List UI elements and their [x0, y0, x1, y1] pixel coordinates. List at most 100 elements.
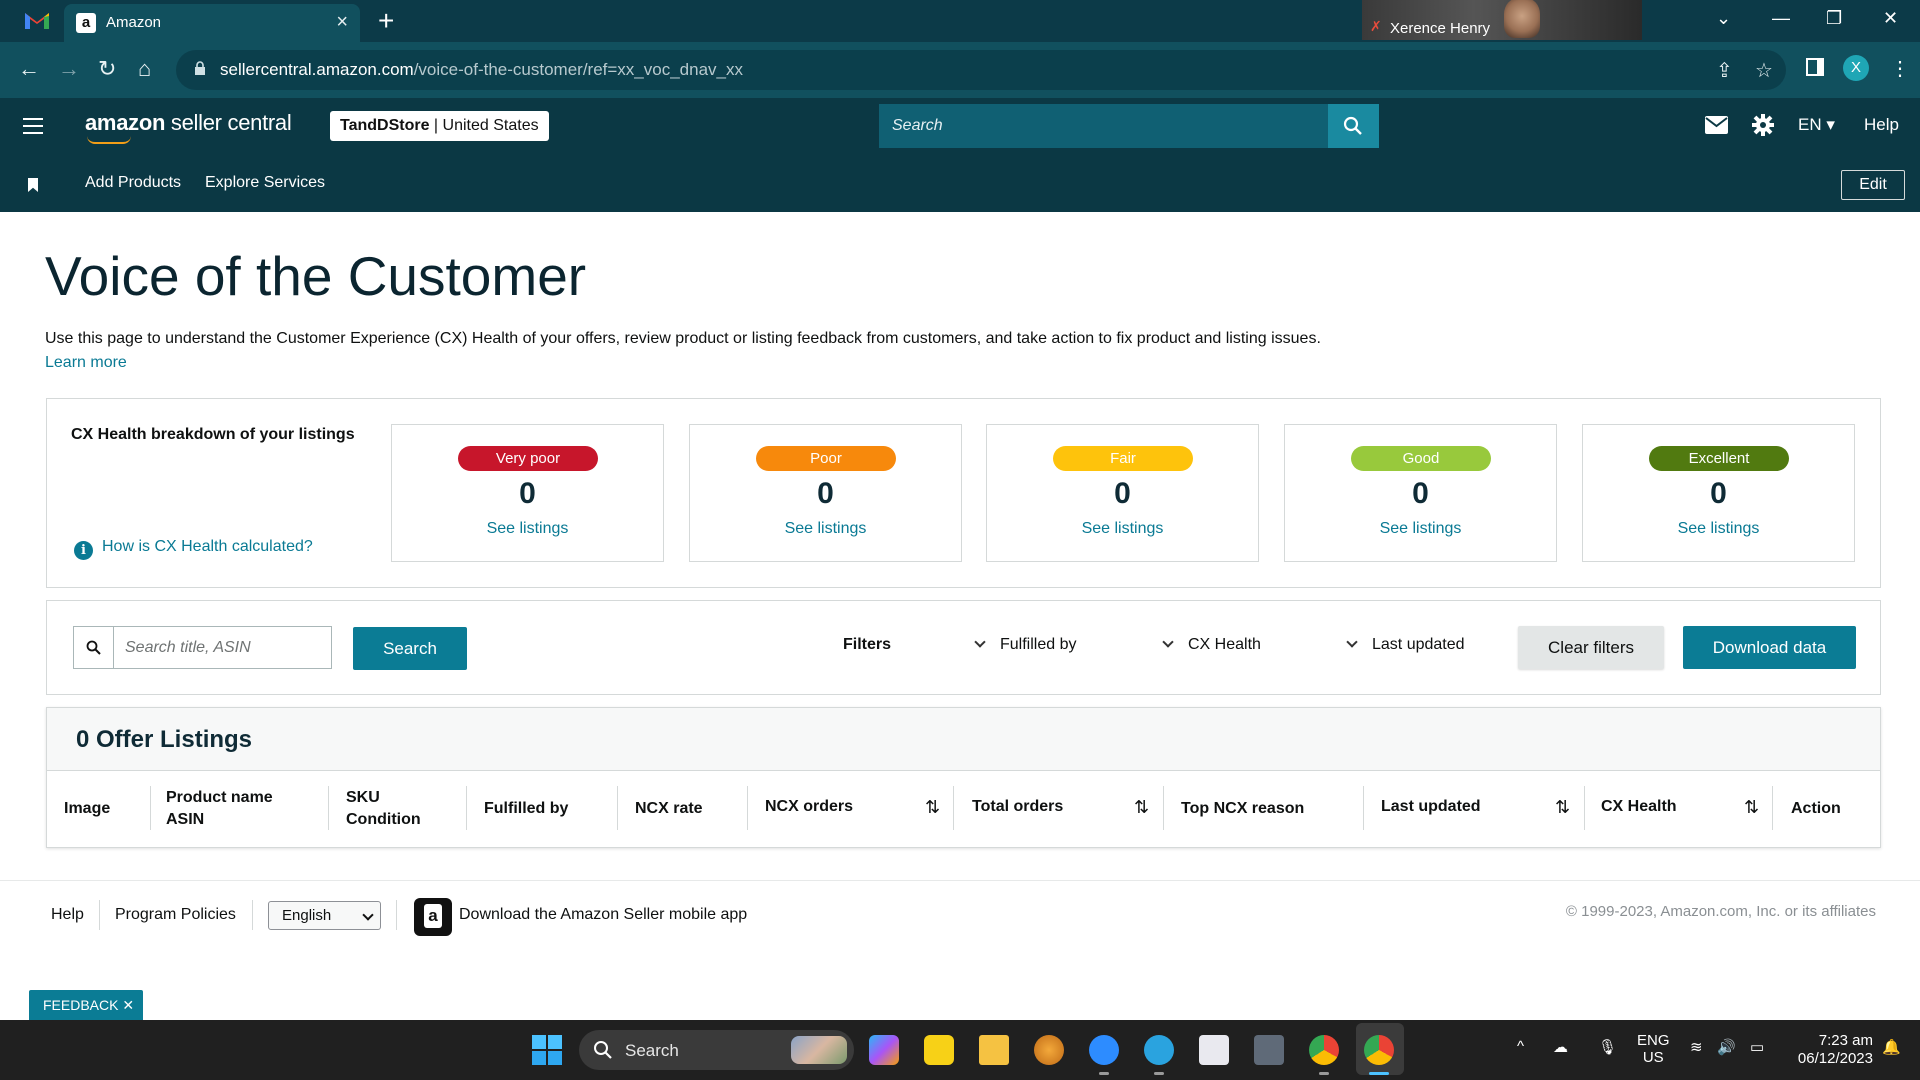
mail-icon[interactable]	[1705, 116, 1728, 134]
tile-poor: Poor 0 See listings	[689, 424, 962, 562]
fair-see-listings[interactable]: See listings	[987, 520, 1258, 538]
chrome-active-indicator	[1369, 1072, 1389, 1075]
chrome-app-icon[interactable]	[1309, 1035, 1339, 1065]
copyright-text: © 1999-2023, Amazon.com, Inc. or its aff…	[1565, 903, 1876, 920]
column-divider	[747, 786, 748, 830]
seller-central-logo[interactable]: amazon seller central	[85, 110, 292, 144]
excellent-count: 0	[1710, 477, 1727, 510]
microphone-icon[interactable]: 🎙	[1598, 1038, 1617, 1056]
filter-cx-health[interactable]: CX Health	[1162, 636, 1261, 654]
footer-language-select[interactable]: English	[268, 901, 381, 930]
good-see-listings[interactable]: See listings	[1285, 520, 1556, 538]
filter-last-updated[interactable]: Last updated	[1346, 636, 1465, 654]
header-help-link[interactable]: Help	[1864, 115, 1899, 135]
page-title: Voice of the Customer	[45, 245, 587, 307]
bookmark-icon[interactable]	[28, 178, 38, 192]
poor-count: 0	[817, 477, 834, 510]
sort-total-orders-icon[interactable]: ⇅	[1134, 797, 1149, 818]
footer-help-link[interactable]: Help	[51, 906, 84, 924]
sticky-notes-app-icon[interactable]	[924, 1035, 954, 1065]
header-search-input[interactable]: Search	[879, 104, 1339, 148]
download-data-button[interactable]: Download data	[1683, 626, 1856, 669]
snipping-tool-app-icon[interactable]	[1199, 1035, 1229, 1065]
column-divider	[1163, 786, 1164, 830]
col-action: Action	[1791, 800, 1841, 817]
profile-avatar[interactable]: X	[1843, 55, 1869, 81]
col-top-ncx-reason: Top NCX reason	[1181, 800, 1305, 817]
window-close-icon[interactable]: ✕	[1883, 8, 1898, 29]
sort-ncx-orders-icon[interactable]: ⇅	[925, 797, 940, 818]
taskbar-search[interactable]: Search	[579, 1030, 854, 1070]
telegram-app-icon[interactable]	[1144, 1035, 1174, 1065]
battery-icon[interactable]: ▭	[1750, 1038, 1764, 1056]
forward-icon[interactable]: →	[58, 56, 80, 82]
clock[interactable]: 7:23 am 06/12/2023	[1787, 1032, 1873, 1068]
listing-search-button[interactable]: Search	[353, 627, 467, 670]
volume-icon[interactable]: 🔊	[1717, 1038, 1736, 1056]
sort-cx-health-icon[interactable]: ⇅	[1744, 797, 1759, 818]
chrome-running-indicator	[1319, 1072, 1329, 1075]
calculator-app-icon[interactable]	[1254, 1035, 1284, 1065]
windows-start-icon[interactable]	[532, 1035, 562, 1065]
tab-close-icon[interactable]: ×	[336, 11, 348, 34]
language-selector[interactable]: EN ▾	[1798, 115, 1835, 135]
listing-search-input[interactable]: Search title, ASIN	[113, 626, 332, 669]
back-icon[interactable]: ←	[18, 56, 40, 82]
subnav-explore-services[interactable]: Explore Services	[205, 174, 325, 192]
poor-see-listings[interactable]: See listings	[690, 520, 961, 538]
share-icon[interactable]: ⇪	[1716, 58, 1733, 83]
reload-icon[interactable]: ↻	[98, 56, 116, 82]
tile-excellent: Excellent 0 See listings	[1582, 424, 1855, 562]
copilot-app-icon[interactable]	[869, 1035, 899, 1065]
excellent-see-listings[interactable]: See listings	[1583, 520, 1854, 538]
feedback-tab[interactable]: FEEDBACK ✕	[29, 990, 143, 1020]
tray-overflow-icon[interactable]: ^	[1517, 1038, 1524, 1055]
file-explorer-app-icon[interactable]	[979, 1035, 1009, 1065]
home-icon[interactable]: ⌂	[138, 56, 151, 82]
listing-search-icon-box	[73, 626, 113, 669]
footer-divider	[0, 880, 1920, 881]
download-seller-app-link[interactable]: Download the Amazon Seller mobile app	[459, 906, 747, 924]
edit-subnav-button[interactable]: Edit	[1841, 170, 1905, 200]
notification-bell-icon[interactable]: 🔔	[1882, 1038, 1901, 1056]
cx-health-info-link[interactable]: i How is CX Health calculated?	[74, 538, 313, 560]
minimize-icon[interactable]: —	[1772, 8, 1790, 29]
settings-gear-icon[interactable]	[1752, 114, 1774, 136]
store-switcher[interactable]: TandDStore | United States	[330, 111, 549, 141]
tab-amazon[interactable]: a Amazon ×	[64, 4, 360, 42]
amazon-favicon-icon: a	[76, 13, 96, 33]
clear-filters-button[interactable]: Clear filters	[1518, 626, 1664, 669]
footer-program-policies-link[interactable]: Program Policies	[115, 906, 236, 924]
col-image: Image	[64, 800, 111, 817]
seller-app-icon[interactable]	[414, 898, 452, 936]
hamburger-menu-icon[interactable]	[23, 118, 43, 134]
chrome-profile-app-icon[interactable]	[1364, 1035, 1394, 1065]
input-language[interactable]: ENG US	[1637, 1032, 1670, 1066]
zoom-app-icon[interactable]	[1089, 1035, 1119, 1065]
wifi-icon[interactable]: ≋	[1690, 1038, 1703, 1056]
filter-fulfilled-by[interactable]: Fulfilled by	[974, 636, 1076, 654]
col-ncx-orders: NCX orders	[765, 798, 854, 815]
restore-icon[interactable]: ❐	[1826, 8, 1842, 29]
tab-search-chevron-icon[interactable]: ⌄	[1716, 8, 1731, 29]
offer-listings-title: 0 Offer Listings	[76, 726, 253, 753]
gmail-tab-icon[interactable]	[22, 9, 52, 33]
game-app-icon[interactable]	[1034, 1035, 1064, 1065]
col-ncx-rate: NCX rate	[635, 800, 703, 817]
url-field[interactable]: sellercentral.amazon.com/voice-of-the-cu…	[176, 50, 1786, 90]
header-search-button[interactable]	[1328, 104, 1379, 148]
bookmark-star-icon[interactable]: ☆	[1755, 58, 1773, 83]
sort-last-updated-icon[interactable]: ⇅	[1555, 797, 1570, 818]
side-panel-icon[interactable]	[1806, 58, 1824, 76]
meeting-video-thumbnail[interactable]: ✗ Xerence Henry	[1362, 0, 1642, 40]
very-poor-see-listings[interactable]: See listings	[392, 520, 663, 538]
browser-menu-icon[interactable]: ⋮	[1890, 56, 1910, 81]
new-tab-icon[interactable]: +	[378, 5, 394, 37]
column-divider	[466, 786, 467, 830]
amazon-smile-icon	[87, 136, 131, 144]
learn-more-link[interactable]: Learn more	[45, 354, 127, 372]
subnav-add-products[interactable]: Add Products	[85, 174, 181, 192]
info-icon: i	[74, 541, 93, 560]
onedrive-icon[interactable]: ☁	[1553, 1038, 1568, 1056]
column-divider	[150, 786, 151, 830]
